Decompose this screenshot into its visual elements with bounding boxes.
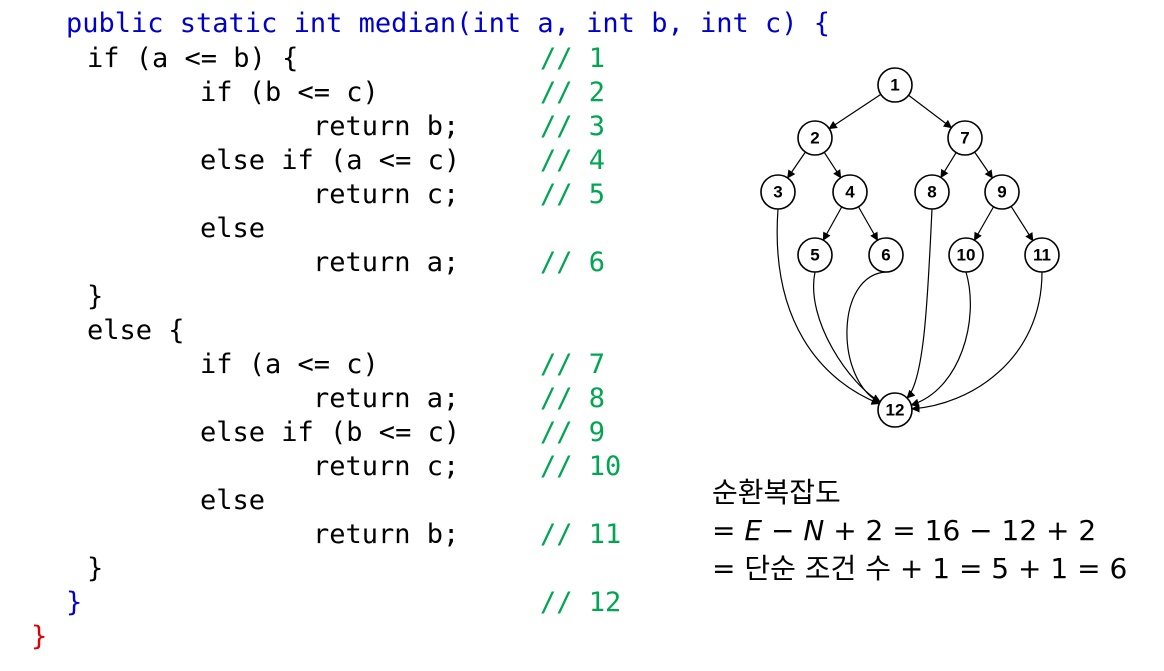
line-number-comment: // 4: [540, 145, 606, 176]
source-code-panel: public static int median(int a, int b, i…: [0, 0, 830, 671]
edge-8-to-12: [906, 208, 933, 399]
graph-node-8-label: 8: [927, 183, 936, 202]
line-number-comment: // 12: [540, 587, 622, 618]
graph-node-3-label: 3: [773, 183, 782, 202]
line-number-comment: // 2: [540, 77, 606, 108]
graph-node-11-label: 11: [1033, 246, 1051, 265]
graph-node-4-label: 4: [845, 183, 855, 202]
code-line-method-close-brace: }: [66, 587, 83, 618]
graph-node-3: 3: [760, 174, 796, 210]
code-line-else-if-a-le-c: else if (a <= c): [200, 145, 461, 176]
graph-node-5: 5: [797, 237, 833, 273]
graph-node-7: 7: [947, 120, 983, 156]
edge-1-to-7: [908, 94, 953, 129]
edge-11-to-12: [911, 271, 1043, 413]
graph-node-8: 8: [914, 174, 950, 210]
code-line-if-a-le-c: if (a <= c): [200, 349, 379, 380]
edge-3-to-12: [776, 208, 880, 405]
graph-node-10-label: 10: [957, 246, 976, 265]
graph-node-9-label: 9: [997, 183, 1006, 202]
cyclomatic-complexity-formula: 순환복잡도 = E − N + 2 = 16 − 12 + 2 = 단순 조건 …: [712, 474, 1162, 588]
edge-7-to-8: [940, 152, 957, 179]
edge-9-to-10: [973, 206, 995, 241]
graph-node-12: 12: [877, 392, 913, 428]
control-flow-graph-svg: 123 45 678 910 1112: [760, 67, 1060, 428]
edge-10-to-12: [910, 271, 971, 407]
graph-node-7-label: 7: [960, 129, 969, 148]
edge-4-to-5: [822, 206, 843, 241]
formula-line-edges-nodes: = E − N + 2 = 16 − 12 + 2: [712, 512, 1162, 550]
graph-node-5-label: 5: [810, 246, 819, 265]
graph-node-1: 1: [877, 67, 913, 103]
edge-2-to-3: [787, 151, 806, 179]
graph-node-2-label: 2: [810, 129, 819, 148]
graph-node-2: 2: [797, 120, 833, 156]
formula-var-n: N: [803, 514, 825, 547]
code-line-return-a: return a;: [313, 383, 460, 414]
graph-node-1-label: 1: [890, 76, 899, 95]
graph-node-4: 4: [832, 174, 868, 210]
edge-7-to-9: [974, 151, 993, 179]
edge-2-to-4: [823, 151, 842, 179]
control-flow-graph: 1 2 3 4 5 6 7 8 9 10 11 12: [740, 60, 1070, 440]
code-line-if-a-le-b: if (a <= b) {: [87, 43, 299, 74]
graph-node-12-label: 12: [886, 401, 905, 420]
edge-1-to-2: [828, 93, 882, 130]
method-signature: public static int median(int a, int b, i…: [66, 8, 831, 39]
code-line-return-b: return b;: [313, 519, 460, 550]
graph-node-10: 10: [948, 237, 984, 273]
code-line-close-brace: }: [87, 553, 104, 584]
code-line-return-c: return c;: [313, 451, 460, 482]
code-line-close-brace: }: [87, 281, 104, 312]
graph-node-9: 9: [984, 174, 1020, 210]
formula-line-conditions: = 단순 조건 수 + 1 = 5 + 1 = 6: [712, 552, 1128, 585]
line-number-comment: // 1: [540, 43, 606, 74]
line-number-comment: // 7: [540, 349, 606, 380]
line-number-comment: // 5: [540, 179, 606, 210]
code-line-else: else: [200, 213, 266, 244]
formula-result: + 2 = 16 − 12 + 2: [824, 514, 1097, 547]
code-line-else-if-b-le-c: else if (b <= c): [200, 417, 461, 448]
line-number-comment: // 10: [540, 451, 622, 482]
code-line-else: else: [200, 485, 266, 516]
line-number-comment: // 9: [540, 417, 606, 448]
formula-title: 순환복잡도: [712, 476, 841, 509]
formula-var-e: E: [744, 514, 763, 547]
code-line-class-close-brace: }: [31, 621, 48, 652]
edge-4-to-6: [857, 206, 879, 241]
formula-prefix: =: [712, 514, 745, 547]
line-number-comment: // 3: [540, 111, 606, 142]
code-line-return-a: return a;: [313, 247, 460, 278]
code-line-else-open: else {: [87, 315, 185, 346]
line-number-comment: // 6: [540, 247, 606, 278]
graph-node-6-label: 6: [881, 246, 890, 265]
line-number-comment: // 11: [540, 519, 622, 550]
edge-9-to-11: [1010, 206, 1034, 242]
code-line-return-b: return b;: [313, 111, 460, 142]
graph-node-11: 11: [1024, 237, 1060, 273]
line-number-comment: // 8: [540, 383, 606, 414]
edge-6-to-12: [846, 271, 887, 403]
graph-node-6: 6: [868, 237, 904, 273]
code-line-if-b-le-c: if (b <= c): [200, 77, 379, 108]
code-line-return-c: return c;: [313, 179, 460, 210]
formula-minus: −: [762, 514, 804, 547]
